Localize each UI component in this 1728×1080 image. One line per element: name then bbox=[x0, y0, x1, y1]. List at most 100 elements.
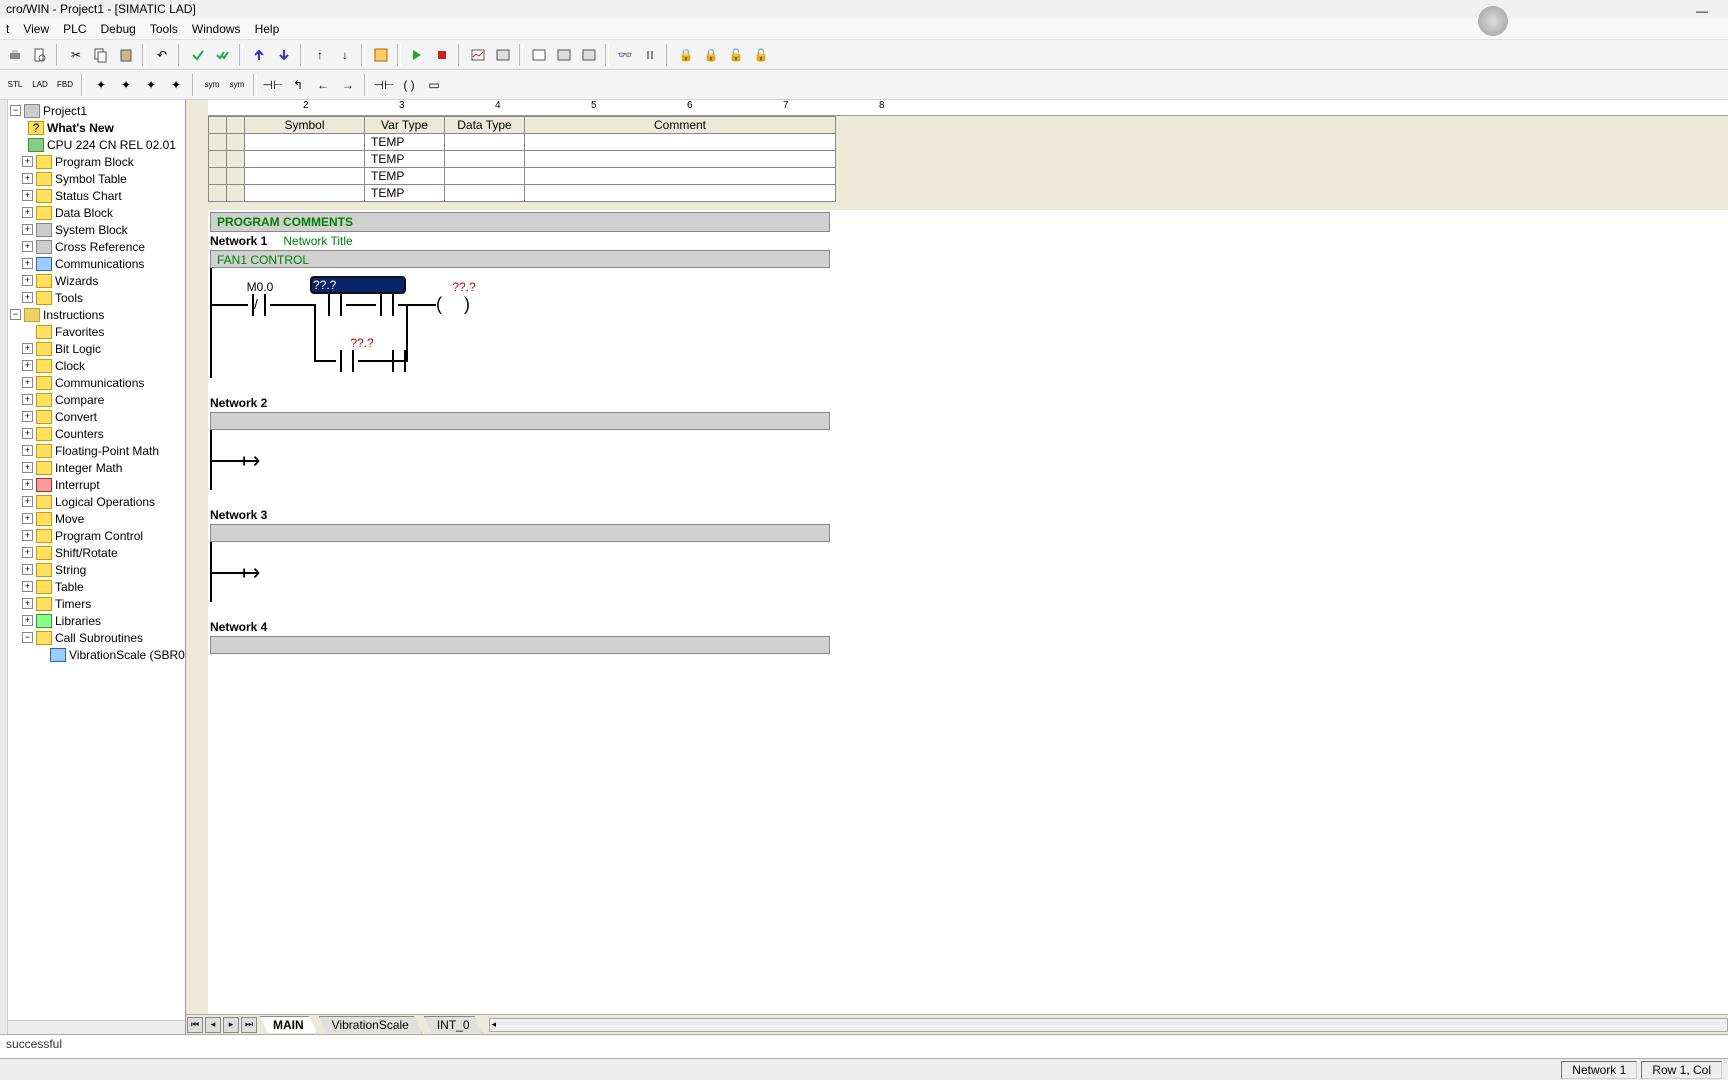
view-fbd-icon[interactable]: FBD bbox=[54, 74, 76, 96]
run-icon[interactable] bbox=[406, 44, 428, 66]
tree-libraries[interactable]: +Libraries bbox=[8, 612, 185, 629]
expand-icon[interactable]: + bbox=[22, 479, 33, 490]
tree-data-block[interactable]: +Data Block bbox=[8, 204, 185, 221]
expand-icon[interactable]: + bbox=[22, 411, 33, 422]
tree-counters[interactable]: +Counters bbox=[8, 425, 185, 442]
expand-icon[interactable]: + bbox=[22, 564, 33, 575]
expand-icon[interactable]: + bbox=[22, 445, 33, 456]
minimize-icon[interactable]: — bbox=[1696, 4, 1708, 18]
tree-symbol-table[interactable]: +Symbol Table bbox=[8, 170, 185, 187]
expand-icon[interactable]: + bbox=[22, 275, 33, 286]
sort-asc-icon[interactable]: ↑ bbox=[309, 44, 331, 66]
tab-last-icon[interactable]: ⏭ bbox=[241, 1017, 257, 1033]
network-1-rung[interactable]: M0.0 / ??.? bbox=[210, 268, 830, 378]
expand-icon[interactable]: + bbox=[22, 462, 33, 473]
collapse-icon[interactable]: − bbox=[10, 105, 21, 116]
col-comment[interactable]: Comment bbox=[525, 117, 836, 134]
tree-cpu[interactable]: CPU 224 CN REL 02.01 bbox=[8, 136, 185, 153]
expand-icon[interactable]: + bbox=[22, 598, 33, 609]
tree-whats-new[interactable]: ? What's New bbox=[8, 119, 185, 136]
expand-icon[interactable]: + bbox=[22, 292, 33, 303]
output-coil[interactable] bbox=[436, 294, 470, 316]
copy-icon[interactable] bbox=[90, 44, 112, 66]
tree-clock[interactable]: +Clock bbox=[8, 357, 185, 374]
expand-icon[interactable]: + bbox=[22, 190, 33, 201]
menu-tools[interactable]: Tools bbox=[150, 22, 178, 36]
expand-icon[interactable]: + bbox=[22, 615, 33, 626]
menu-help[interactable]: Help bbox=[255, 22, 280, 36]
menu-view[interactable]: View bbox=[23, 22, 49, 36]
col-vartype[interactable]: Var Type bbox=[365, 117, 445, 134]
tree-float-math[interactable]: +Floating-Point Math bbox=[8, 442, 185, 459]
tree-shift[interactable]: +Shift/Rotate bbox=[8, 544, 185, 561]
tab-vibration[interactable]: VibrationScale bbox=[319, 1016, 422, 1033]
expand-icon[interactable]: + bbox=[22, 394, 33, 405]
download-icon[interactable] bbox=[273, 44, 295, 66]
network-3-comment[interactable] bbox=[210, 524, 830, 542]
expand-icon[interactable]: + bbox=[22, 581, 33, 592]
tree-bit-logic[interactable]: +Bit Logic bbox=[8, 340, 185, 357]
tree-prog-ctrl[interactable]: +Program Control bbox=[8, 527, 185, 544]
sym-table-icon[interactable]: sym bbox=[226, 74, 248, 96]
network-1-comment[interactable]: FAN1 CONTROL bbox=[210, 250, 830, 268]
preview-icon[interactable] bbox=[29, 44, 51, 66]
insert-coil-icon[interactable]: ( ) bbox=[398, 74, 420, 96]
insert-right-icon[interactable]: → bbox=[337, 74, 359, 96]
expand-icon[interactable]: + bbox=[22, 156, 33, 167]
status-chart2-icon[interactable] bbox=[492, 44, 514, 66]
col-datatype[interactable]: Data Type bbox=[445, 117, 525, 134]
expand-icon[interactable]: + bbox=[22, 258, 33, 269]
lock1-icon[interactable]: 🔒 bbox=[675, 44, 697, 66]
tree-table[interactable]: +Table bbox=[8, 578, 185, 595]
expand-icon[interactable]: + bbox=[22, 224, 33, 235]
compile-all-icon[interactable] bbox=[212, 44, 234, 66]
collapse-icon[interactable]: − bbox=[22, 632, 33, 643]
expand-icon[interactable]: + bbox=[22, 428, 33, 439]
expand-icon[interactable]: + bbox=[22, 513, 33, 524]
collapse-icon[interactable]: − bbox=[10, 309, 21, 320]
status-chart-icon[interactable] bbox=[467, 44, 489, 66]
expand-icon[interactable]: + bbox=[22, 547, 33, 558]
view-lad-icon[interactable]: LAD bbox=[29, 74, 51, 96]
tree-instructions[interactable]: − Instructions bbox=[8, 306, 185, 323]
tree-sub-vibration[interactable]: VibrationScale (SBR0 bbox=[8, 646, 185, 663]
tab-prev-icon[interactable]: ◂ bbox=[205, 1017, 221, 1033]
cut-icon[interactable]: ✂ bbox=[65, 44, 87, 66]
unlock2-icon[interactable]: 🔓 bbox=[750, 44, 772, 66]
insert-left-icon[interactable]: ← bbox=[312, 74, 334, 96]
vartable-row[interactable]: TEMP bbox=[209, 134, 836, 151]
vartable-row[interactable]: TEMP bbox=[209, 185, 836, 202]
menu-debug[interactable]: Debug bbox=[100, 22, 135, 36]
tree-move[interactable]: +Move bbox=[8, 510, 185, 527]
options-icon[interactable] bbox=[370, 44, 392, 66]
network-4-comment[interactable] bbox=[210, 636, 830, 654]
sort-desc-icon[interactable]: ↓ bbox=[334, 44, 356, 66]
paste-icon[interactable] bbox=[115, 44, 137, 66]
tree-logical[interactable]: +Logical Operations bbox=[8, 493, 185, 510]
pause-status-icon[interactable] bbox=[639, 44, 661, 66]
tree-communications[interactable]: +Communications bbox=[8, 255, 185, 272]
clear-bookmark-icon[interactable]: ✦ bbox=[165, 74, 187, 96]
next-bookmark-icon[interactable]: ✦ bbox=[115, 74, 137, 96]
tree-wizards[interactable]: +Wizards bbox=[8, 272, 185, 289]
insert-contact-icon[interactable]: ⊣⊢ bbox=[262, 74, 284, 96]
undo-icon[interactable]: ↶ bbox=[151, 44, 173, 66]
tree-favorites[interactable]: Favorites bbox=[8, 323, 185, 340]
menu-windows[interactable]: Windows bbox=[192, 22, 241, 36]
no-contact[interactable] bbox=[336, 350, 358, 372]
tree-root[interactable]: − Project1 bbox=[8, 102, 185, 119]
view-stl-icon[interactable]: STL bbox=[4, 74, 26, 96]
toggle-bookmark-icon[interactable]: ✦ bbox=[90, 74, 112, 96]
tree-string[interactable]: +String bbox=[8, 561, 185, 578]
tree-compare[interactable]: +Compare bbox=[8, 391, 185, 408]
address-input-editing[interactable] bbox=[310, 276, 406, 294]
expand-icon[interactable]: + bbox=[22, 173, 33, 184]
tab-first-icon[interactable]: ⏮ bbox=[187, 1017, 203, 1033]
print-icon[interactable] bbox=[4, 44, 26, 66]
network-2-comment[interactable] bbox=[210, 412, 830, 430]
tree-call-sub[interactable]: −Call Subroutines bbox=[8, 629, 185, 646]
ladder-canvas[interactable]: PROGRAM COMMENTS Network 1 Network Title… bbox=[208, 210, 1728, 1014]
tab-int0[interactable]: INT_0 bbox=[424, 1016, 483, 1033]
tab-next-icon[interactable]: ▸ bbox=[223, 1017, 239, 1033]
vartable-row[interactable]: TEMP bbox=[209, 151, 836, 168]
